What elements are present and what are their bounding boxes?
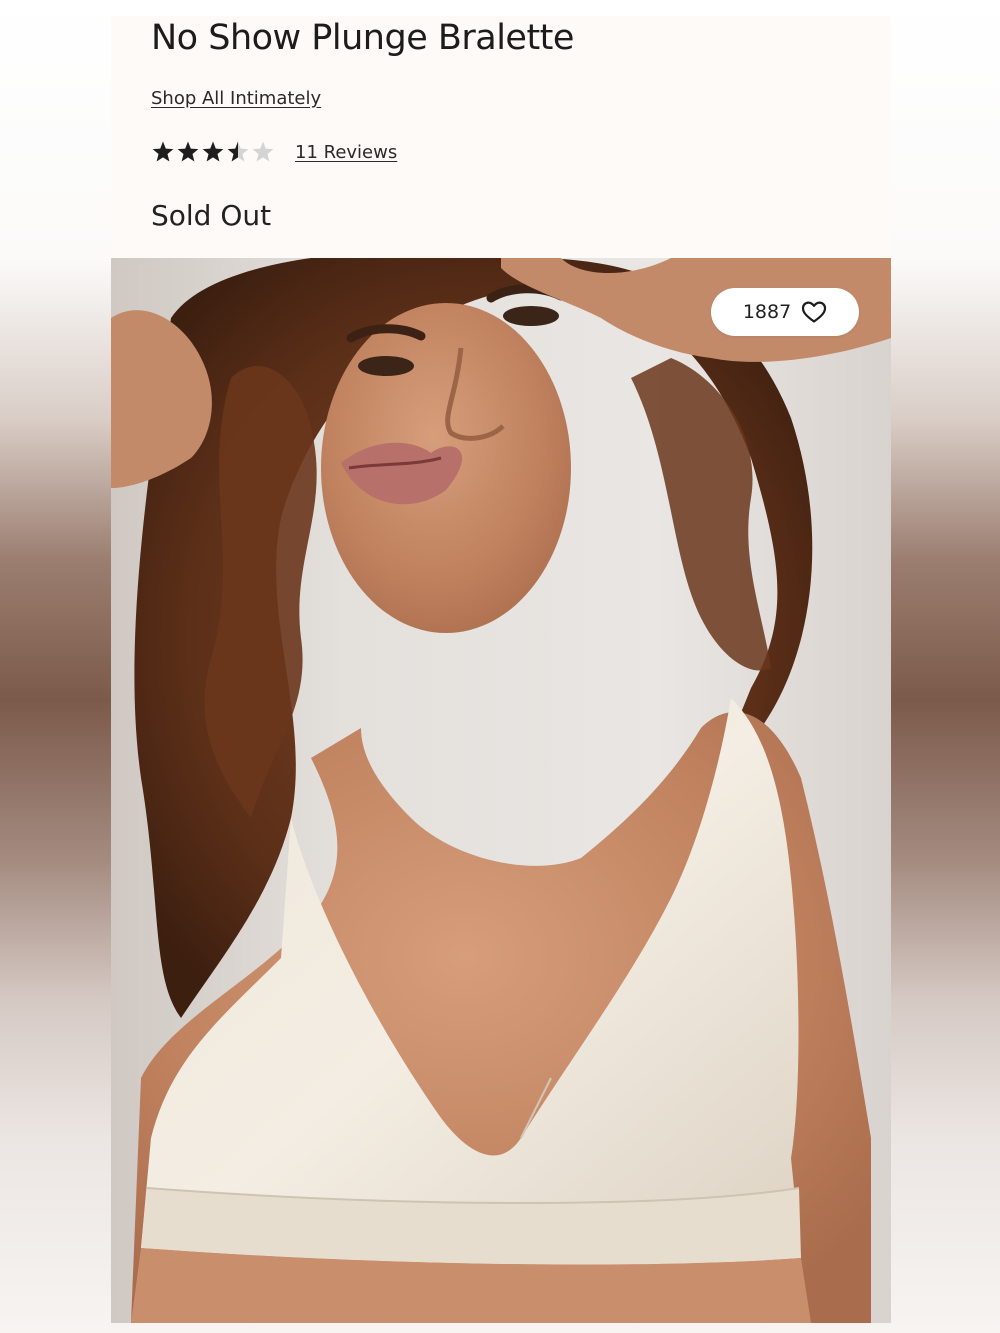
reviews-link[interactable]: 11 Reviews xyxy=(295,142,397,163)
availability-status: Sold Out xyxy=(151,199,272,232)
product-photo[interactable]: 1887 xyxy=(111,258,891,1323)
rating-row: 11 Reviews xyxy=(151,138,397,166)
like-button[interactable]: 1887 xyxy=(711,288,859,336)
star-rating[interactable] xyxy=(151,140,275,164)
heart-outline-icon xyxy=(802,301,827,323)
star-icon xyxy=(202,141,224,162)
star-icon xyxy=(252,141,274,162)
star-icon xyxy=(227,141,249,162)
product-title: No Show Plunge Bralette xyxy=(151,18,574,58)
star-icon xyxy=(177,141,199,162)
shop-all-link[interactable]: Shop All Intimately xyxy=(151,88,321,109)
like-count: 1887 xyxy=(742,301,792,323)
product-card: No Show Plunge Bralette Shop All Intimat… xyxy=(111,16,891,1323)
star-icon xyxy=(152,141,174,162)
model-photo-illustration xyxy=(111,258,891,1323)
product-header: No Show Plunge Bralette Shop All Intimat… xyxy=(111,16,891,258)
